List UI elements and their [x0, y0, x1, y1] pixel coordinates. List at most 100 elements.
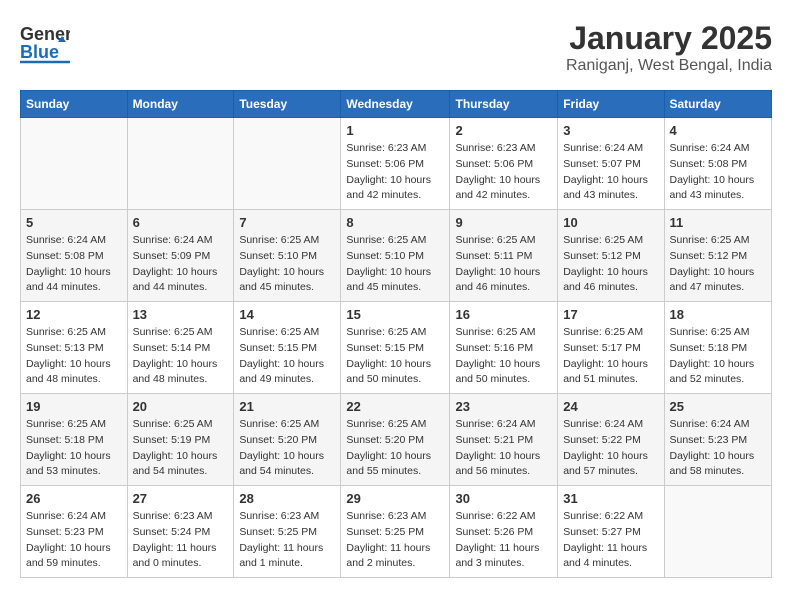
- day-number: 23: [455, 399, 552, 414]
- table-row: 20 Sunrise: 6:25 AM Sunset: 5:19 PM Dayli…: [127, 394, 234, 486]
- table-row: 30 Sunrise: 6:22 AM Sunset: 5:26 PM Dayli…: [450, 486, 558, 578]
- table-row: 13Sunrise: 6:25 AM Sunset: 5:14 PM Dayli…: [127, 302, 234, 394]
- day-detail: Sunrise: 6:22 AM Sunset: 5:26 PM Dayligh…: [455, 509, 552, 572]
- day-detail: Sunrise: 6:25 AM Sunset: 5:10 PM Dayligh…: [346, 233, 444, 296]
- day-detail: Sunrise: 6:25 AM Sunset: 5:12 PM Dayligh…: [563, 233, 658, 296]
- day-detail: Sunrise: 6:24 AM Sunset: 5:23 PM Dayligh…: [670, 417, 767, 480]
- header-friday: Friday: [558, 91, 664, 118]
- day-detail: Sunrise: 6:25 AM Sunset: 5:19 PM Dayligh…: [133, 417, 229, 480]
- logo: General Blue: [20, 20, 70, 65]
- day-number: 16: [455, 307, 552, 322]
- table-row: 6Sunrise: 6:24 AM Sunset: 5:09 PM Daylig…: [127, 210, 234, 302]
- table-row: 26 Sunrise: 6:24 AM Sunset: 5:23 PM Dayli…: [21, 486, 128, 578]
- calendar-week-row: 1 Sunrise: 6:23 AM Sunset: 5:06 PM Daylig…: [21, 118, 772, 210]
- header-thursday: Thursday: [450, 91, 558, 118]
- day-detail: Sunrise: 6:23 AM Sunset: 5:06 PM Dayligh…: [346, 141, 444, 204]
- calendar-header-row: Sunday Monday Tuesday Wednesday Thursday…: [21, 91, 772, 118]
- day-number: 26: [26, 491, 122, 506]
- day-number: 15: [346, 307, 444, 322]
- day-detail: Sunrise: 6:24 AM Sunset: 5:22 PM Dayligh…: [563, 417, 658, 480]
- day-detail: Sunrise: 6:23 AM Sunset: 5:24 PM Dayligh…: [133, 509, 229, 572]
- day-detail: Sunrise: 6:24 AM Sunset: 5:07 PM Dayligh…: [563, 141, 658, 204]
- table-row: 16 Sunrise: 6:25 AM Sunset: 5:16 PM Dayli…: [450, 302, 558, 394]
- table-row: 28 Sunrise: 6:23 AM Sunset: 5:25 PM Dayli…: [234, 486, 341, 578]
- table-row: 29 Sunrise: 6:23 AM Sunset: 5:25 PM Dayli…: [341, 486, 450, 578]
- day-detail: Sunrise: 6:25 AM Sunset: 5:20 PM Dayligh…: [239, 417, 335, 480]
- table-row: 11Sunrise: 6:25 AM Sunset: 5:12 PM Dayli…: [664, 210, 772, 302]
- day-number: 4: [670, 123, 767, 138]
- day-detail: Sunrise: 6:25 AM Sunset: 5:20 PM Dayligh…: [346, 417, 444, 480]
- day-number: 29: [346, 491, 444, 506]
- table-row: 19Sunrise: 6:25 AM Sunset: 5:18 PM Dayli…: [21, 394, 128, 486]
- calendar-subtitle: Raniganj, West Bengal, India: [566, 57, 772, 75]
- day-detail: Sunrise: 6:24 AM Sunset: 5:08 PM Dayligh…: [670, 141, 767, 204]
- day-detail: Sunrise: 6:25 AM Sunset: 5:15 PM Dayligh…: [239, 325, 335, 388]
- day-number: 14: [239, 307, 335, 322]
- table-row: [664, 486, 772, 578]
- day-detail: Sunrise: 6:24 AM Sunset: 5:23 PM Dayligh…: [26, 509, 122, 572]
- day-detail: Sunrise: 6:25 AM Sunset: 5:11 PM Dayligh…: [455, 233, 552, 296]
- day-number: 17: [563, 307, 658, 322]
- day-number: 20: [133, 399, 229, 414]
- day-number: 25: [670, 399, 767, 414]
- table-row: 21Sunrise: 6:25 AM Sunset: 5:20 PM Dayli…: [234, 394, 341, 486]
- header-wednesday: Wednesday: [341, 91, 450, 118]
- table-row: 15 Sunrise: 6:25 AM Sunset: 5:15 PM Dayli…: [341, 302, 450, 394]
- table-row: 4 Sunrise: 6:24 AM Sunset: 5:08 PM Daylig…: [664, 118, 772, 210]
- table-row: 27 Sunrise: 6:23 AM Sunset: 5:24 PM Dayli…: [127, 486, 234, 578]
- table-row: 7 Sunrise: 6:25 AM Sunset: 5:10 PM Daylig…: [234, 210, 341, 302]
- day-detail: Sunrise: 6:24 AM Sunset: 5:21 PM Dayligh…: [455, 417, 552, 480]
- day-detail: Sunrise: 6:25 AM Sunset: 5:15 PM Dayligh…: [346, 325, 444, 388]
- day-detail: Sunrise: 6:25 AM Sunset: 5:18 PM Dayligh…: [26, 417, 122, 480]
- day-number: 18: [670, 307, 767, 322]
- day-detail: Sunrise: 6:25 AM Sunset: 5:10 PM Dayligh…: [239, 233, 335, 296]
- day-number: 12: [26, 307, 122, 322]
- table-row: 5Sunrise: 6:24 AM Sunset: 5:08 PM Daylig…: [21, 210, 128, 302]
- table-row: 1 Sunrise: 6:23 AM Sunset: 5:06 PM Daylig…: [341, 118, 450, 210]
- day-detail: Sunrise: 6:24 AM Sunset: 5:08 PM Dayligh…: [26, 233, 122, 296]
- table-row: 9Sunrise: 6:25 AM Sunset: 5:11 PM Daylig…: [450, 210, 558, 302]
- day-number: 8: [346, 215, 444, 230]
- calendar-week-row: 5Sunrise: 6:24 AM Sunset: 5:08 PM Daylig…: [21, 210, 772, 302]
- day-number: 22: [346, 399, 444, 414]
- table-row: 18Sunrise: 6:25 AM Sunset: 5:18 PM Dayli…: [664, 302, 772, 394]
- table-row: 25 Sunrise: 6:24 AM Sunset: 5:23 PM Dayli…: [664, 394, 772, 486]
- day-number: 1: [346, 123, 444, 138]
- day-number: 10: [563, 215, 658, 230]
- table-row: [234, 118, 341, 210]
- table-row: 14 Sunrise: 6:25 AM Sunset: 5:15 PM Dayli…: [234, 302, 341, 394]
- day-number: 31: [563, 491, 658, 506]
- day-detail: Sunrise: 6:23 AM Sunset: 5:25 PM Dayligh…: [346, 509, 444, 572]
- table-row: 12Sunrise: 6:25 AM Sunset: 5:13 PM Dayli…: [21, 302, 128, 394]
- header-sunday: Sunday: [21, 91, 128, 118]
- table-row: 31Sunrise: 6:22 AM Sunset: 5:27 PM Dayli…: [558, 486, 664, 578]
- logo-icon: General Blue: [20, 20, 70, 65]
- day-detail: Sunrise: 6:25 AM Sunset: 5:16 PM Dayligh…: [455, 325, 552, 388]
- title-area: January 2025 Raniganj, West Bengal, Indi…: [566, 20, 772, 75]
- day-number: 3: [563, 123, 658, 138]
- calendar-week-row: 19Sunrise: 6:25 AM Sunset: 5:18 PM Dayli…: [21, 394, 772, 486]
- table-row: [127, 118, 234, 210]
- day-detail: Sunrise: 6:25 AM Sunset: 5:17 PM Dayligh…: [563, 325, 658, 388]
- day-number: 27: [133, 491, 229, 506]
- day-number: 28: [239, 491, 335, 506]
- table-row: 17 Sunrise: 6:25 AM Sunset: 5:17 PM Dayli…: [558, 302, 664, 394]
- day-number: 7: [239, 215, 335, 230]
- table-row: 23 Sunrise: 6:24 AM Sunset: 5:21 PM Dayli…: [450, 394, 558, 486]
- header-monday: Monday: [127, 91, 234, 118]
- table-row: 2Sunrise: 6:23 AM Sunset: 5:06 PM Daylig…: [450, 118, 558, 210]
- day-number: 30: [455, 491, 552, 506]
- day-detail: Sunrise: 6:24 AM Sunset: 5:09 PM Dayligh…: [133, 233, 229, 296]
- page-container: General Blue January 2025 Raniganj, West…: [20, 20, 772, 578]
- calendar-title: January 2025: [566, 20, 772, 57]
- day-detail: Sunrise: 6:23 AM Sunset: 5:06 PM Dayligh…: [455, 141, 552, 204]
- calendar-week-row: 12Sunrise: 6:25 AM Sunset: 5:13 PM Dayli…: [21, 302, 772, 394]
- table-row: [21, 118, 128, 210]
- day-detail: Sunrise: 6:23 AM Sunset: 5:25 PM Dayligh…: [239, 509, 335, 572]
- day-number: 24: [563, 399, 658, 414]
- header: General Blue January 2025 Raniganj, West…: [20, 20, 772, 75]
- table-row: 22 Sunrise: 6:25 AM Sunset: 5:20 PM Dayli…: [341, 394, 450, 486]
- header-tuesday: Tuesday: [234, 91, 341, 118]
- table-row: 3 Sunrise: 6:24 AM Sunset: 5:07 PM Daylig…: [558, 118, 664, 210]
- table-row: 24 Sunrise: 6:24 AM Sunset: 5:22 PM Dayli…: [558, 394, 664, 486]
